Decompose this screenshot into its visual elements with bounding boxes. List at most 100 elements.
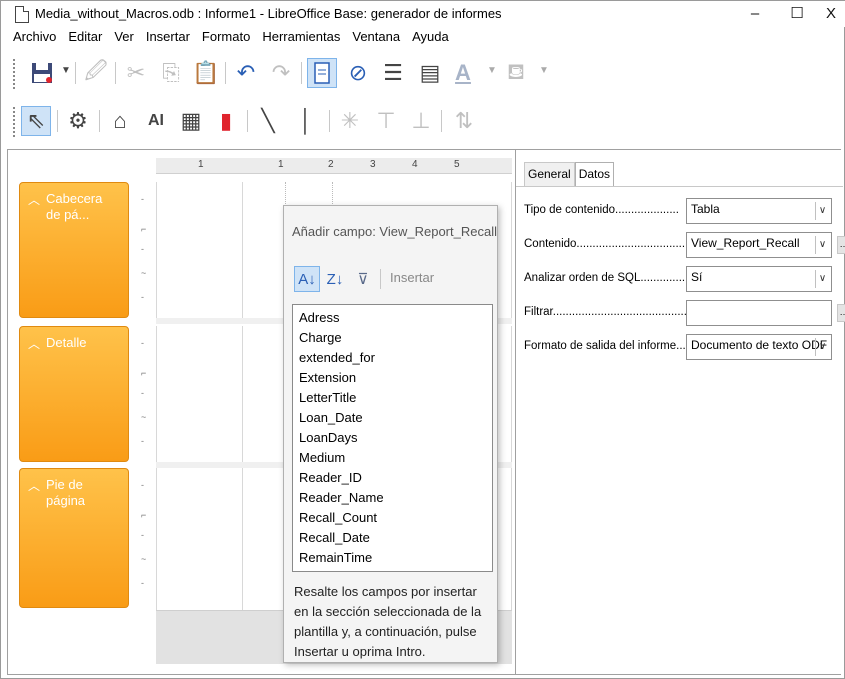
menu-editar[interactable]: Editar <box>62 27 108 47</box>
paint-bucket-icon: ⛾ <box>507 58 525 84</box>
align-bottom-icon: ⊥ <box>411 108 431 133</box>
text-box-icon[interactable]: AI <box>141 106 171 136</box>
horizontal-ruler: 1 1 2 3 4 5 <box>156 158 512 174</box>
redo-icon: ↷ <box>271 60 291 85</box>
collapse-icon[interactable]: ︿ <box>28 191 46 208</box>
property-label: Tipo de contenido.................... <box>524 204 679 216</box>
report-navigator-icon[interactable]: ☰ <box>378 58 408 88</box>
vertical-line-icon[interactable]: │ <box>291 106 321 136</box>
list-item[interactable]: Reader_ID <box>299 468 486 488</box>
align-center-icon: ✳ <box>340 108 360 133</box>
list-item[interactable]: Recall_Count <box>299 508 486 528</box>
dialog-toolbar: A↓ Z↓ ⊽ Insertar <box>292 264 490 294</box>
paste-icon: 📋 <box>192 60 220 85</box>
chevron-down-icon[interactable]: ∨ <box>815 338 829 356</box>
menu-insertar[interactable]: Insertar <box>140 27 196 47</box>
list-item[interactable]: extended_for <box>299 348 486 368</box>
list-item[interactable]: LoanDays <box>299 428 486 448</box>
font-color-icon: A <box>455 60 471 85</box>
chevron-down-icon: ▼ <box>487 65 497 76</box>
property-row-content-type: Tipo de contenido.................... Ta… <box>524 198 840 224</box>
page-icon[interactable] <box>307 58 337 88</box>
copy-icon: ⎘ <box>162 60 180 85</box>
list-item[interactable]: Extension <box>299 368 486 388</box>
menu-ayuda[interactable]: Ayuda <box>406 27 455 47</box>
list-item[interactable]: LetterTitle <box>299 388 486 408</box>
property-row-content: Contenido...............................… <box>524 232 845 258</box>
section-header-page-footer[interactable]: ︿ Pie de página <box>19 468 129 608</box>
toolbar-grip[interactable] <box>13 59 17 89</box>
insert-button[interactable]: Insertar <box>390 270 434 285</box>
save-icon[interactable] <box>27 58 57 88</box>
remove-sort-icon[interactable]: ⊽ <box>350 266 376 292</box>
property-row-sql: Analizar orden de SQL.................. … <box>524 266 840 292</box>
select-pointer-icon[interactable]: ⇖ <box>21 106 51 136</box>
vertical-ruler: - ⌐ - ~ - <box>132 326 156 462</box>
tab-general[interactable]: General <box>524 162 575 186</box>
properties-panel: General Datos Tipo de contenido.........… <box>515 150 845 674</box>
section-label: Pie de página <box>46 477 86 508</box>
collapse-icon[interactable]: ︿ <box>28 335 46 352</box>
sort-ascending-icon[interactable]: A↓ <box>294 266 320 292</box>
diagonal-line-icon[interactable]: ╲ <box>253 106 283 136</box>
section-label: Cabecera de pá... <box>46 191 103 222</box>
resize-icon: ⇅ <box>454 108 474 133</box>
menu-bar: Archivo Editar Ver Insertar Formato Herr… <box>7 27 455 47</box>
collapse-icon[interactable]: ︿ <box>28 477 46 494</box>
field-list[interactable]: Adress Charge extended_for Extension Let… <box>292 304 493 572</box>
gear-icon[interactable]: ⚙ <box>63 106 93 136</box>
close-button[interactable]: X <box>813 3 845 25</box>
edit-document-icon: 🖉 <box>84 58 108 83</box>
section-header-page-header[interactable]: ︿ Cabecera de pá... <box>19 182 129 318</box>
property-row-filter: Filtrar.................................… <box>524 300 845 326</box>
menu-ventana[interactable]: Ventana <box>346 27 406 47</box>
menu-formato[interactable]: Formato <box>196 27 256 47</box>
list-item[interactable]: RemainTime <box>299 548 486 568</box>
navigator-icon[interactable]: ⊘ <box>343 58 373 88</box>
sort-descending-icon[interactable]: Z↓ <box>322 266 348 292</box>
minimize-button[interactable]: – <box>737 3 773 25</box>
undo-icon[interactable]: ↶ <box>231 58 261 88</box>
section-label: Detalle <box>46 335 87 350</box>
dialog-title: Añadir campo: View_Report_Recall <box>292 224 497 239</box>
section-header-detail[interactable]: ︿ Detalle <box>19 326 129 462</box>
menu-ver[interactable]: Ver <box>108 27 140 47</box>
list-item[interactable]: Recall_Date <box>299 528 486 548</box>
property-label: Filtrar.................................… <box>524 306 697 318</box>
chevron-down-icon[interactable]: ∨ <box>815 270 829 288</box>
content-select[interactable]: View_Report_Recall ∨ <box>686 232 832 258</box>
chevron-down-icon[interactable]: ∨ <box>815 202 829 220</box>
menu-archivo[interactable]: Archivo <box>7 27 62 47</box>
chart-icon[interactable]: ▮ <box>211 106 241 136</box>
tab-datos[interactable]: Datos <box>574 162 615 186</box>
property-row-output-format: Formato de salida del informe..... Docum… <box>524 334 840 360</box>
list-item[interactable]: Loan_Date <box>299 408 486 428</box>
menu-herramientas[interactable]: Herramientas <box>256 27 346 47</box>
output-format-select[interactable]: Documento de texto ODF ∨ <box>686 334 832 360</box>
content-browse-button[interactable]: … <box>837 236 845 254</box>
property-label: Analizar orden de SQL.................. <box>524 272 698 284</box>
filter-input[interactable] <box>686 300 832 326</box>
report-controls-toolbar: ⇖ ⚙ ⌂ AI ▦ ▮ ╲ │ ✳ ⊤ ⊥ ⇅ <box>1 101 845 143</box>
standard-toolbar: ▼ 🖉 ✂ ⎘ 📋 ↶ ↷ ⊘ ☰ ▤ A ▼ ⛾ ▼ <box>1 53 845 95</box>
title-bar: Media_without_Macros.odb : Informe1 - Li… <box>1 1 845 27</box>
properties-tabs: General Datos <box>524 162 615 186</box>
filter-browse-button[interactable]: … <box>837 304 845 322</box>
document-icon <box>15 6 29 23</box>
add-field-icon[interactable]: ▤ <box>415 58 445 88</box>
label-icon[interactable]: ⌂ <box>105 106 135 136</box>
toolbar-grip[interactable] <box>13 107 17 137</box>
list-item[interactable]: Adress <box>299 308 486 328</box>
list-item[interactable]: Reader_Name <box>299 488 486 508</box>
chevron-down-icon[interactable]: ∨ <box>815 236 829 254</box>
list-item[interactable]: Charge <box>299 328 486 348</box>
list-item[interactable]: Medium <box>299 448 486 468</box>
vertical-ruler: - ⌐ - ~ - <box>132 468 156 608</box>
chevron-down-icon: ▼ <box>539 65 549 76</box>
image-icon[interactable]: ▦ <box>176 106 206 136</box>
chevron-down-icon[interactable]: ▼ <box>61 65 71 76</box>
analyze-sql-select[interactable]: Sí ∨ <box>686 266 832 292</box>
window-title: Media_without_Macros.odb : Informe1 - Li… <box>35 6 502 21</box>
maximize-button[interactable]: ☐ <box>779 3 815 25</box>
content-type-select[interactable]: Tabla ∨ <box>686 198 832 224</box>
